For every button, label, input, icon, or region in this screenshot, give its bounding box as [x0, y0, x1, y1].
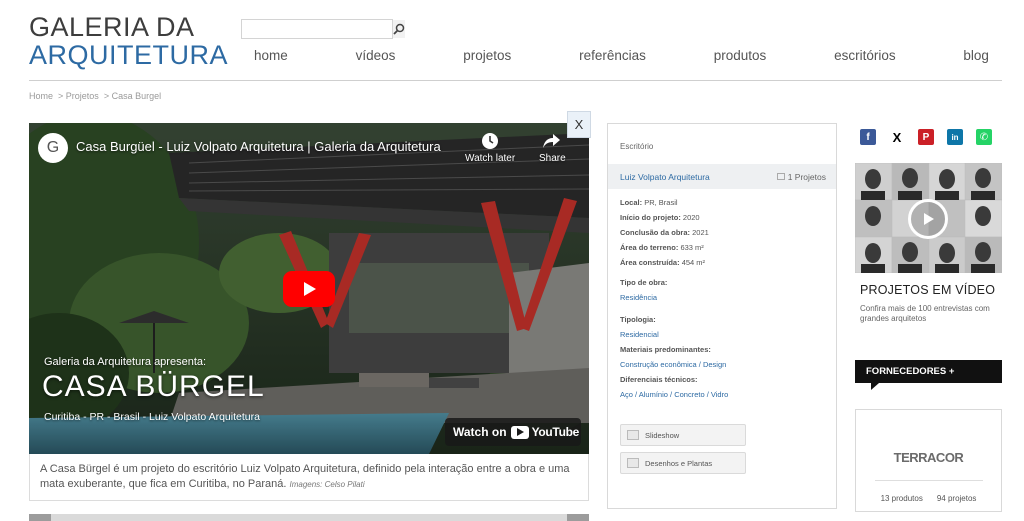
fact-local: Local: PR, Brasil — [620, 198, 678, 207]
supplier-card[interactable]: TERRACOR 13 produtos 94 projetos — [855, 409, 1002, 512]
nav-referencias[interactable]: referências — [579, 48, 646, 63]
site-logo[interactable]: GALERIA DA ARQUITETURA — [29, 14, 228, 69]
office-projects[interactable]: 1 Projetos — [776, 171, 826, 182]
nav-escritorios[interactable]: escritórios — [834, 48, 896, 63]
desenhos-plantas-label: Desenhos e Plantas — [645, 458, 713, 468]
close-video-button[interactable]: X — [567, 111, 591, 138]
diferenciais-group: Diferenciais técnicos: Aço / Alumínio / … — [620, 373, 728, 402]
fact-area-terreno: Área do terreno: 633 m² — [620, 243, 704, 252]
desenhos-plantas-button[interactable]: Desenhos e Plantas — [620, 452, 746, 474]
watch-on-youtube-button[interactable]: Watch on YouTube — [445, 418, 581, 446]
tipo-obra-link[interactable]: Residência — [620, 291, 667, 306]
tipo-obra-label: Tipo de obra: — [620, 278, 668, 287]
overlay-intro: Galeria da Arquitetura apresenta: — [44, 356, 207, 368]
whatsapp-icon[interactable]: ✆ — [976, 129, 992, 145]
nav-blog[interactable]: blog — [963, 48, 989, 63]
x-twitter-icon[interactable]: X — [889, 129, 905, 145]
clock-icon — [482, 133, 499, 149]
slideshow-label: Slideshow — [645, 430, 680, 440]
share-label: Share — [539, 153, 566, 164]
pinterest-icon[interactable]: P — [918, 129, 934, 145]
breadcrumb: Home > Projetos > Casa Burgel — [29, 91, 162, 101]
play-icon — [304, 282, 316, 296]
tipologia-link[interactable]: Residencial — [620, 328, 659, 343]
tipologia-group: Tipologia: Residencial — [620, 313, 659, 342]
project-facts: Local: PR, Brasil Início do projeto: 202… — [620, 195, 709, 270]
projetos-video-thumbnail[interactable] — [855, 163, 1002, 273]
video-title[interactable]: Casa Burgüel - Luiz Volpato Arquitetura … — [76, 139, 441, 154]
nav-produtos[interactable]: produtos — [714, 48, 767, 63]
linkedin-icon[interactable]: in — [947, 129, 963, 145]
breadcrumb-home[interactable]: Home — [29, 91, 53, 101]
share-button[interactable]: Share — [539, 131, 566, 164]
search-box — [241, 19, 405, 39]
projetos-video-title[interactable]: PROJETOS EM VÍDEO — [860, 283, 995, 297]
header-divider — [29, 80, 1002, 81]
video-caption: A Casa Bürgel é um projeto do escritório… — [29, 454, 589, 501]
breadcrumb-current: Casa Burgel — [111, 91, 162, 101]
play-button[interactable] — [283, 271, 335, 307]
watch-later-label: Watch later — [465, 153, 516, 164]
main-nav: home vídeos projetos referências produto… — [254, 48, 989, 63]
fact-inicio: Início do projeto: 2020 — [620, 213, 700, 222]
diferenciais-label: Diferenciais técnicos: — [620, 375, 698, 384]
youtube-play-icon — [510, 425, 529, 439]
office-projects-count: 1 Projetos — [787, 171, 826, 182]
nav-home[interactable]: home — [254, 48, 288, 63]
play-circle-icon — [908, 199, 948, 239]
fact-conclusao: Conclusão da obra: 2021 — [620, 228, 709, 237]
logo-line2: ARQUITETURA — [29, 40, 229, 70]
nav-projetos[interactable]: projetos — [463, 48, 511, 63]
project-info-panel: Escritório Luiz Volpato Arquitetura 1 Pr… — [607, 123, 837, 509]
nav-videos[interactable]: vídeos — [356, 48, 396, 63]
youtube-logo: YouTube — [510, 425, 580, 439]
supplier-projetos: 94 projetos — [936, 494, 977, 503]
diferenciais-links[interactable]: Aço / Alumínio / Concreto / Vidro — [620, 388, 728, 403]
slideshow-button[interactable]: Slideshow — [620, 424, 746, 446]
logo-line1: GALERIA DA — [29, 12, 195, 42]
caption-credit: Imagens: Celso Pilati — [289, 480, 365, 489]
breadcrumb-projetos[interactable]: Projetos — [66, 91, 99, 101]
tipologia-label: Tipologia: — [620, 315, 656, 324]
share-arrow-icon — [543, 134, 561, 148]
overlay-title: CASA BÜRGEL — [42, 370, 265, 403]
supplier-divider — [875, 480, 983, 481]
share-icons: f X P in ✆ — [860, 129, 992, 145]
supplier-stats: 13 produtos 94 projetos — [856, 494, 1001, 503]
video-player[interactable]: G Casa Burgüel - Luiz Volpato Arquitetur… — [29, 123, 589, 454]
overlay-subtitle: Curitiba - PR - Brasil - Luiz Volpato Ar… — [44, 411, 260, 423]
channel-avatar[interactable]: G — [38, 133, 68, 163]
projetos-video-subtitle: Confira mais de 100 entrevistas com gran… — [860, 304, 990, 323]
supplier-logo: TERRACOR — [893, 450, 964, 465]
search-button[interactable] — [392, 20, 405, 38]
watch-on-label: Watch on — [453, 425, 507, 439]
search-input[interactable] — [242, 20, 392, 38]
youtube-label: YouTube — [531, 425, 580, 439]
materiais-links[interactable]: Construção econômica / Design — [620, 358, 726, 373]
office-link[interactable]: Luiz Volpato Arquitetura — [620, 172, 777, 182]
fact-area-construida: Área construída: 454 m² — [620, 258, 706, 267]
drawings-icon — [627, 458, 639, 468]
gallery-scrollbar[interactable] — [29, 514, 589, 521]
slideshow-icon — [627, 430, 639, 440]
search-icon — [393, 23, 405, 35]
tipo-obra-group: Tipo de obra: Residência — [620, 276, 667, 305]
materiais-group: Materiais predominantes: Construção econ… — [620, 343, 726, 372]
fornecedores-header[interactable]: FORNECEDORES + — [855, 360, 1002, 390]
materiais-label: Materiais predominantes: — [620, 345, 711, 354]
supplier-produtos: 13 produtos — [880, 494, 923, 503]
office-heading: Escritório — [620, 142, 654, 151]
watch-later-button[interactable]: Watch later — [465, 131, 515, 164]
gallery-next-arrow[interactable] — [567, 514, 589, 521]
facebook-icon[interactable]: f — [860, 129, 876, 145]
gallery-prev-arrow[interactable] — [29, 514, 51, 521]
office-row: Luiz Volpato Arquitetura 1 Projetos — [608, 164, 836, 189]
projects-icon — [776, 173, 785, 180]
